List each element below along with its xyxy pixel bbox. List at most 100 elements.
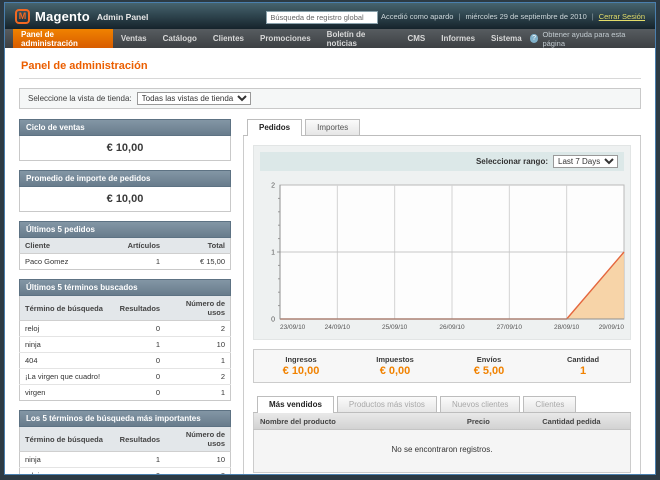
svg-text:29/09/10: 29/09/10 xyxy=(599,324,625,331)
column-header-cliente: Cliente xyxy=(20,238,109,254)
stat-impuestos: Impuestos€ 0,00 xyxy=(348,355,442,377)
tab-importes[interactable]: Importes xyxy=(305,119,360,135)
svg-text:1: 1 xyxy=(271,250,275,257)
tab-productos-m-s-vistos: Productos más vistos xyxy=(337,396,437,412)
table-cell: 0 xyxy=(108,468,165,475)
range-label: Seleccionar rango: xyxy=(476,157,548,166)
magento-admin-window: M Magento Admin Panel Accedió como apard… xyxy=(5,3,655,474)
column-header-precio: Precio xyxy=(461,413,536,430)
separator xyxy=(458,12,460,21)
table-cell: 2 xyxy=(165,468,230,475)
table-cell: ¡La virgen que cuadro! xyxy=(20,369,109,385)
nav-item-sistema[interactable]: Sistema xyxy=(483,29,530,48)
table-cell: virgen xyxy=(20,385,109,401)
column-header-total: Total xyxy=(165,238,230,254)
table-cell: 1 xyxy=(165,385,230,401)
table-cell: 1 xyxy=(165,353,230,369)
column-header-t-rmino-de-b-squeda: Término de búsqueda xyxy=(20,427,109,452)
left-column: Ciclo de ventas € 10,00 Promedio de impo… xyxy=(19,119,231,474)
nav-item-ventas[interactable]: Ventas xyxy=(113,29,155,48)
nav-item-promociones[interactable]: Promociones xyxy=(252,29,319,48)
stat-value: € 10,00 xyxy=(254,365,348,377)
column-header-t-rmino-de-b-squeda: Término de búsqueda xyxy=(20,296,109,321)
range-bar: Seleccionar rango: Last 7 Days xyxy=(260,152,624,171)
table-row: reloj02 xyxy=(20,321,231,337)
logo: M Magento Admin Panel xyxy=(15,9,148,24)
table-cell: 0 xyxy=(108,321,165,337)
range-select[interactable]: Last 7 Days xyxy=(553,155,618,168)
svg-text:24/09/10: 24/09/10 xyxy=(325,324,351,331)
table-cell: 0 xyxy=(108,369,165,385)
logout-link[interactable]: Cerrar Sesión xyxy=(599,12,645,21)
global-search xyxy=(266,7,378,25)
table-cell: € 15,00 xyxy=(165,254,230,270)
store-view-switcher: Seleccione la vista de tienda: Todas las… xyxy=(19,88,641,109)
nav-item-panel-de-administraci-n[interactable]: Panel de administración xyxy=(13,29,113,48)
svg-text:0: 0 xyxy=(271,317,275,324)
help-label: Obtener ayuda para esta página xyxy=(542,30,647,48)
table-cell: 2 xyxy=(165,321,230,337)
stat-label: Impuestos xyxy=(348,355,442,364)
nav-item-informes[interactable]: Informes xyxy=(433,29,483,48)
svg-text:25/09/10: 25/09/10 xyxy=(382,324,408,331)
column-header-art-culos: Artículos xyxy=(108,238,165,254)
help-icon xyxy=(530,34,539,43)
empty-records-message: No se encontraron registros. xyxy=(254,430,631,473)
help-link[interactable]: Obtener ayuda para esta página xyxy=(530,29,647,48)
title-divider xyxy=(19,78,641,79)
nav-items: Panel de administraciónVentasCatálogoCli… xyxy=(13,29,530,48)
table-cell: Paco Gomez xyxy=(20,254,109,270)
separator xyxy=(592,12,594,21)
dashboard-main: Ciclo de ventas € 10,00 Promedio de impo… xyxy=(19,119,641,474)
average-orders-value: € 10,00 xyxy=(19,187,231,212)
stat-value: 1 xyxy=(536,365,630,377)
table-row: ninja110 xyxy=(20,337,231,353)
bottom-grids: Más vendidosProductos más vistosNuevos c… xyxy=(253,396,631,473)
stat-env-os: Envíos€ 5,00 xyxy=(442,355,536,377)
nav-item-clientes[interactable]: Clientes xyxy=(205,29,252,48)
orders-amounts-tabs: PedidosImportes xyxy=(243,119,641,136)
nav-item-cms[interactable]: CMS xyxy=(399,29,433,48)
tab-nuevos-clientes: Nuevos clientes xyxy=(440,396,520,412)
column-header-n-mero-de-usos: Número de usos xyxy=(165,296,230,321)
svg-text:23/09/10: 23/09/10 xyxy=(280,324,306,331)
dashboard-panel: Seleccionar rango: Last 7 Days 01223/09/… xyxy=(243,136,641,474)
table-cell: 1 xyxy=(108,452,165,468)
table-row: virgen01 xyxy=(20,385,231,401)
nav-item-cat-logo[interactable]: Catálogo xyxy=(155,29,205,48)
stat-value: € 5,00 xyxy=(442,365,536,377)
magento-logo-icon: M xyxy=(15,9,30,24)
table-cell: reloj xyxy=(20,468,109,475)
widget-last-search-terms: Últimos 5 términos buscados Término de b… xyxy=(19,279,231,401)
table-row: Paco Gomez1€ 15,00 xyxy=(20,254,231,270)
widget-average-orders: Promedio de importe de pedidos € 10,00 xyxy=(19,170,231,212)
tab-m-s-vendidos[interactable]: Más vendidos xyxy=(257,396,334,413)
widget-title: Ciclo de ventas xyxy=(19,119,231,136)
table-cell: reloj xyxy=(20,321,109,337)
store-view-label: Seleccione la vista de tienda: xyxy=(28,94,132,103)
table-row: reloj02 xyxy=(20,468,231,475)
page-title: Panel de administración xyxy=(19,56,641,78)
totals-row: Ingresos€ 10,00Impuestos€ 0,00Envíos€ 5,… xyxy=(253,349,631,383)
tab-pedidos[interactable]: Pedidos xyxy=(247,119,302,136)
global-search-input[interactable] xyxy=(266,11,378,24)
widget-title: Promedio de importe de pedidos xyxy=(19,170,231,187)
tab-clientes: Clientes xyxy=(523,396,576,412)
widget-title: Últimos 5 términos buscados xyxy=(19,279,231,296)
column-header-resultados: Resultados xyxy=(108,427,165,452)
current-date: miércoles 29 de septiembre de 2010 xyxy=(465,12,586,21)
stat-label: Ingresos xyxy=(254,355,348,364)
column-header-nombre-del-producto: Nombre del producto xyxy=(254,413,461,430)
widget-title: Últimos 5 pedidos xyxy=(19,221,231,238)
orders-line-chart: 01223/09/1024/09/1025/09/1026/09/1027/09… xyxy=(260,179,632,337)
main-navbar: Panel de administraciónVentasCatálogoCli… xyxy=(5,29,655,48)
logo-text: Magento xyxy=(35,9,90,24)
header: M Magento Admin Panel Accedió como apard… xyxy=(5,3,655,29)
stat-ingresos: Ingresos€ 10,00 xyxy=(254,355,348,377)
bottom-tabs: Más vendidosProductos más vistosNuevos c… xyxy=(253,396,631,413)
table-cell: 2 xyxy=(165,369,230,385)
nav-item-bolet-n-de-noticias[interactable]: Boletín de noticias xyxy=(319,29,400,48)
table-row: 40401 xyxy=(20,353,231,369)
store-view-select[interactable]: Todas las vistas de tienda xyxy=(137,92,251,105)
table-cell: 404 xyxy=(20,353,109,369)
